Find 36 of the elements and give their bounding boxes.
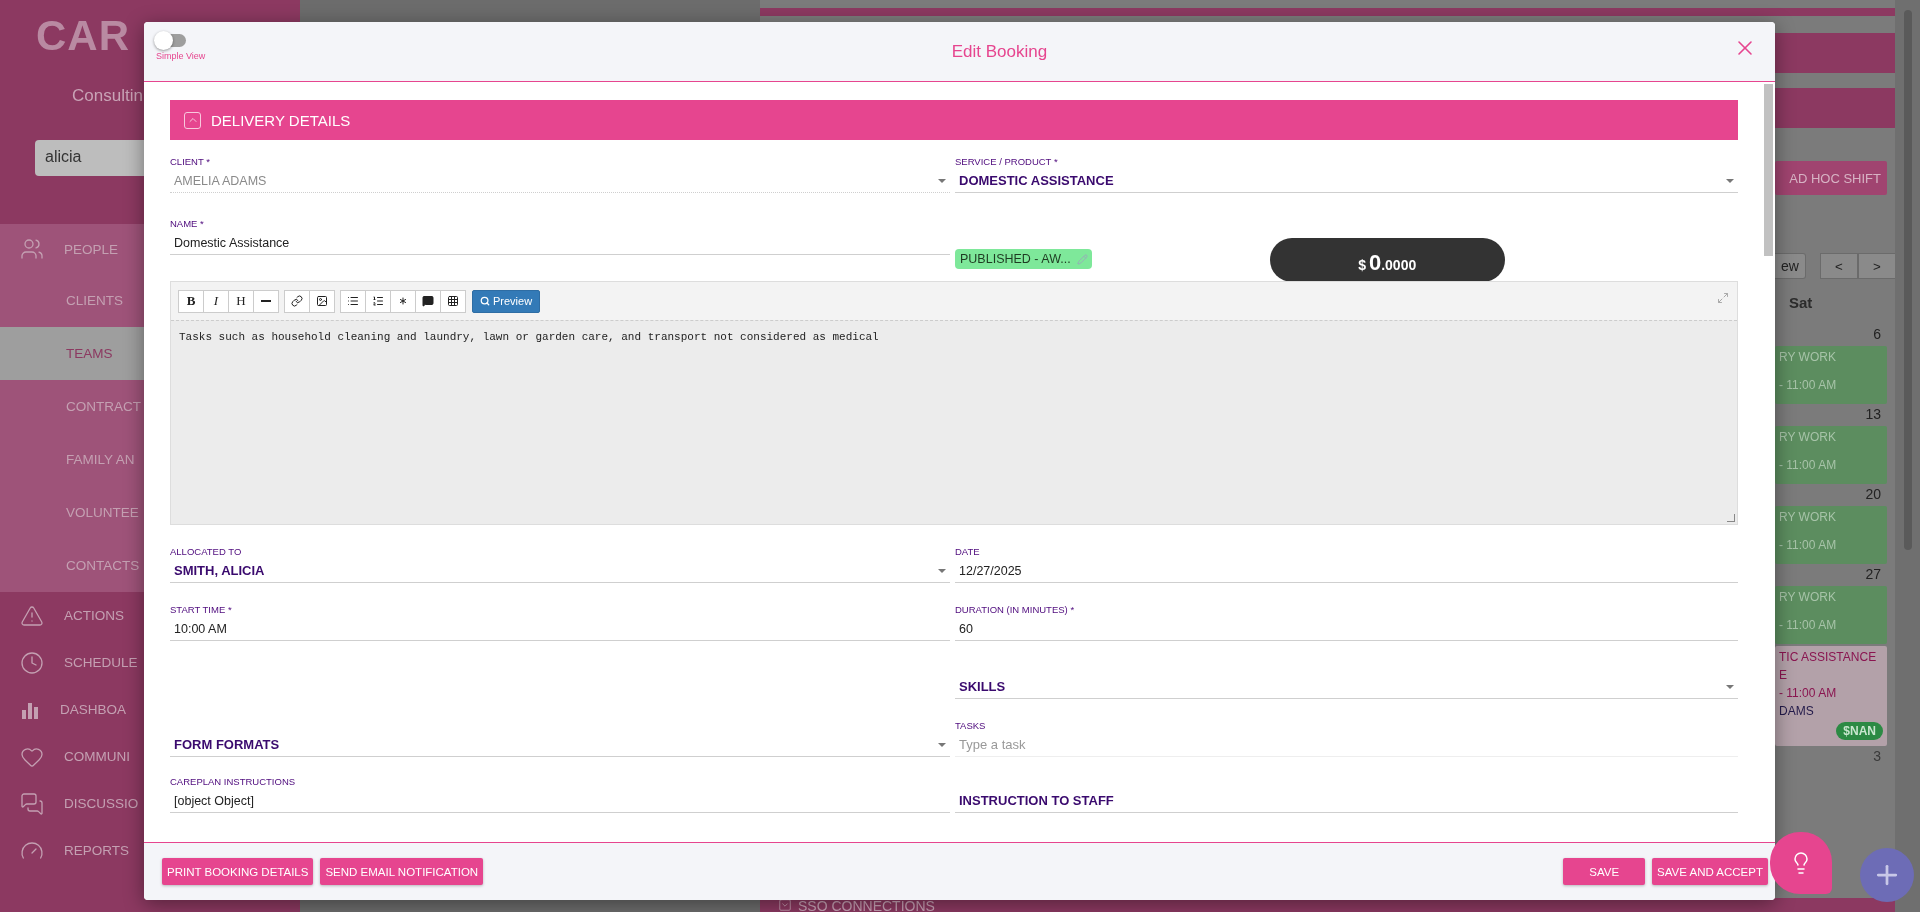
section-title: SSO CONNECTIONS bbox=[798, 900, 935, 912]
event-title: TIC ASSISTANCE bbox=[1779, 650, 1878, 664]
price-value: $0.0000 bbox=[1358, 250, 1417, 276]
day-header: Sat bbox=[1788, 294, 1814, 313]
field-label: TASKS bbox=[955, 719, 987, 733]
section-title: DELIVERY DETAILS bbox=[211, 111, 351, 129]
event-subtitle: E bbox=[1779, 668, 1788, 682]
organisation-name: Consultin bbox=[72, 86, 143, 105]
field-heading: INSTRUCTION TO STAFF bbox=[959, 793, 1114, 808]
field-label: DATE bbox=[955, 545, 981, 559]
day-number: 6 bbox=[1872, 325, 1882, 344]
event-time: - 11:00 AM bbox=[1779, 686, 1838, 700]
day-number: 13 bbox=[1864, 405, 1882, 424]
day-number: 20 bbox=[1864, 485, 1882, 504]
event-title: RY WORK bbox=[1779, 510, 1837, 524]
event-time: - 11:00 AM bbox=[1779, 378, 1838, 392]
price-tag: $NAN bbox=[1836, 722, 1883, 740]
event-title: RY WORK bbox=[1779, 350, 1837, 364]
logo: CAR bbox=[36, 12, 130, 59]
dialog-title: Edit Booking bbox=[951, 41, 1048, 62]
toggle-label: Simple View bbox=[156, 51, 206, 61]
field-label: NAME * bbox=[170, 217, 205, 231]
field-label: ALLOCATED TO bbox=[170, 545, 243, 559]
event-client: DAMS bbox=[1779, 704, 1815, 718]
field-label: DURATION (IN MINUTES) * bbox=[955, 603, 1076, 617]
day-number: 3 bbox=[1872, 747, 1882, 766]
day-number: 27 bbox=[1864, 565, 1882, 584]
field-label: SERVICE / PRODUCT * bbox=[955, 155, 1059, 169]
field-label: CLIENT * bbox=[170, 155, 211, 169]
event-time: - 11:00 AM bbox=[1779, 618, 1838, 632]
field-label: START TIME * bbox=[170, 603, 233, 617]
event-time: - 11:00 AM bbox=[1779, 538, 1838, 552]
event-time: - 11:00 AM bbox=[1779, 458, 1838, 472]
event-title: RY WORK bbox=[1779, 590, 1837, 604]
event-title: RY WORK bbox=[1779, 430, 1837, 444]
field-label: CAREPLAN INSTRUCTIONS bbox=[170, 775, 297, 789]
